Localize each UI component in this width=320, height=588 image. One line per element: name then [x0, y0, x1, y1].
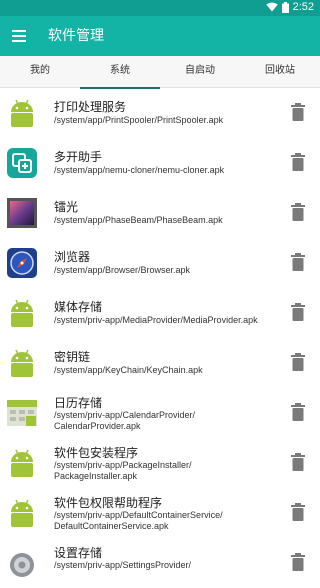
tab-bar: 我的 系统 自启动 回收站	[0, 56, 320, 89]
app-path-line-1: /system/priv-app/SettingsProvider/	[54, 560, 192, 570]
app-path: /system/priv-app/MediaProvider/MediaProv…	[54, 315, 258, 325]
tab-mine[interactable]: 我的	[0, 56, 80, 88]
trash-icon[interactable]	[290, 353, 306, 371]
list-item[interactable]: 媒体存储 /system/priv-app/MediaProvider/Medi…	[0, 288, 320, 338]
tab-system[interactable]: 系统	[80, 56, 160, 89]
list-item[interactable]: 设置存储 /system/priv-app/SettingsProvider/	[0, 538, 320, 588]
trash-icon[interactable]	[290, 453, 306, 471]
browser-compass-icon	[7, 248, 37, 278]
android-icon	[11, 349, 33, 377]
tab-recycle-bin[interactable]: 回收站	[240, 56, 320, 88]
trash-icon[interactable]	[290, 403, 306, 421]
app-name: 软件包权限帮助程序	[54, 496, 163, 510]
trash-icon[interactable]	[290, 203, 306, 221]
calendar-storage-icon	[7, 400, 37, 426]
page-title: 软件管理	[48, 28, 104, 44]
app-name: 镭光	[54, 200, 79, 214]
app-list: 打印处理服务 /system/app/PrintSpooler/PrintSpo…	[0, 88, 320, 588]
app-path: /system/app/Browser/Browser.apk	[54, 265, 191, 275]
app-name: 打印处理服务	[54, 100, 127, 114]
trash-icon[interactable]	[290, 503, 306, 521]
status-icons: 2:52	[265, 1, 314, 13]
status-time: 2:52	[292, 1, 314, 13]
list-item[interactable]: 软件包权限帮助程序 /system/priv-app/DefaultContai…	[0, 488, 320, 538]
trash-icon[interactable]	[290, 103, 306, 121]
list-item[interactable]: 镭光 /system/app/PhaseBeam/PhaseBeam.apk	[0, 188, 320, 238]
app-path-line-1: /system/priv-app/PackageInstaller/	[54, 460, 192, 470]
android-icon	[11, 99, 33, 127]
app-path: /system/app/PhaseBeam/PhaseBeam.apk	[54, 215, 223, 225]
app-path: /system/app/KeyChain/KeyChain.apk	[54, 365, 203, 375]
app-path-line-1: /system/priv-app/CalendarProvider/	[54, 410, 196, 420]
wifi-icon	[265, 2, 278, 12]
hamburger-menu-icon[interactable]	[10, 27, 28, 45]
android-icon	[11, 499, 33, 527]
app-name: 多开助手	[54, 150, 103, 164]
app-name: 日历存储	[54, 396, 103, 410]
android-icon	[11, 299, 33, 327]
tab-autostart[interactable]: 自启动	[160, 56, 240, 88]
app-name: 密钥链	[54, 350, 91, 364]
list-item[interactable]: 日历存储 /system/priv-app/CalendarProvider/ …	[0, 388, 320, 438]
phasebeam-icon	[7, 198, 37, 228]
list-item[interactable]: 密钥链 /system/app/KeyChain/KeyChain.apk	[0, 338, 320, 388]
settings-gear-icon	[10, 553, 34, 577]
multi-open-icon	[7, 148, 37, 178]
app-path: /system/app/nemu-cloner/nemu-cloner.apk	[54, 165, 225, 175]
app-name: 软件包安装程序	[54, 446, 139, 460]
list-item[interactable]: 多开助手 /system/app/nemu-cloner/nemu-cloner…	[0, 138, 320, 188]
trash-icon[interactable]	[290, 303, 306, 321]
app-name: 浏览器	[54, 250, 91, 264]
status-bar: 2:52	[0, 0, 320, 16]
app-path-line-2: PackageInstaller.apk	[54, 471, 138, 481]
list-item[interactable]: 打印处理服务 /system/app/PrintSpooler/PrintSpo…	[0, 88, 320, 138]
list-item[interactable]: 软件包安装程序 /system/priv-app/PackageInstalle…	[0, 438, 320, 488]
android-icon	[11, 449, 33, 477]
app-name: 设置存储	[54, 546, 103, 560]
app-path-line-2: DefaultContainerService.apk	[54, 521, 169, 531]
app-path-line-1: /system/priv-app/DefaultContainerService…	[54, 510, 223, 520]
trash-icon[interactable]	[290, 153, 306, 171]
battery-icon	[281, 1, 289, 13]
app-name: 媒体存储	[54, 300, 103, 314]
app-path: /system/app/PrintSpooler/PrintSpooler.ap…	[54, 115, 224, 125]
list-item[interactable]: 浏览器 /system/app/Browser/Browser.apk	[0, 238, 320, 288]
app-bar: 软件管理	[0, 16, 320, 56]
trash-icon[interactable]	[290, 553, 306, 571]
trash-icon[interactable]	[290, 253, 306, 271]
app-path-line-2: CalendarProvider.apk	[54, 421, 141, 431]
